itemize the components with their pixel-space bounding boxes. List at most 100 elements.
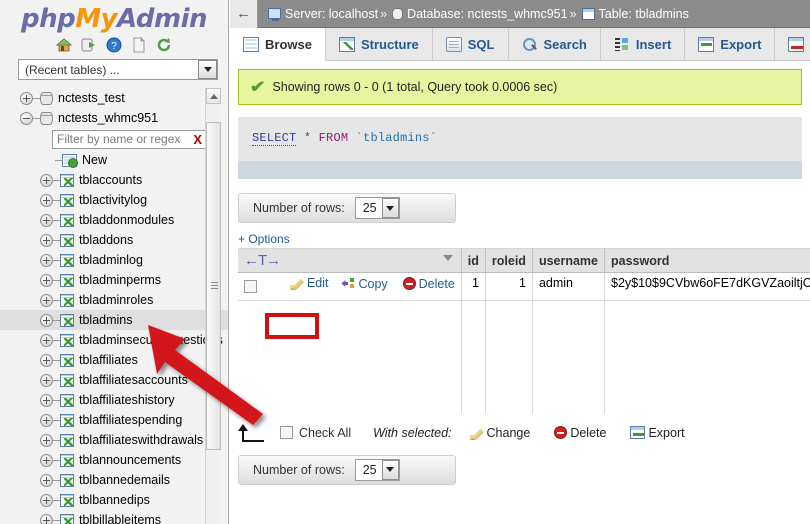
number-of-rows-select-bottom[interactable]: 25 xyxy=(355,459,400,481)
expand-icon[interactable] xyxy=(40,174,53,187)
expand-icon[interactable] xyxy=(40,334,53,347)
chevron-down-icon[interactable] xyxy=(443,255,453,261)
collapse-icon[interactable] xyxy=(20,112,33,125)
scrollbar-thumb[interactable] xyxy=(206,122,221,450)
expand-icon[interactable] xyxy=(40,214,53,227)
tree-item-tblbannedemails[interactable]: tblbannedemails xyxy=(0,470,229,490)
select-all-arrow-icon xyxy=(238,424,266,442)
phpmyadmin-logo[interactable]: phpMyAdmin xyxy=(0,0,228,34)
tree-item-tblaccounts[interactable]: tblaccounts xyxy=(0,170,229,190)
sort-left-arrow-icon[interactable]: ← xyxy=(244,252,258,269)
expand-icon[interactable] xyxy=(40,454,53,467)
clear-filter-icon[interactable]: X xyxy=(191,132,202,147)
tab-browse[interactable]: Browse xyxy=(230,28,326,61)
delete-selected-button[interactable]: Delete xyxy=(554,426,606,440)
table-filter-input[interactable]: Filter by name or regexX xyxy=(52,130,207,149)
tree-item-nctests-test[interactable]: nctests_test xyxy=(0,88,229,108)
logout-icon[interactable] xyxy=(81,37,97,53)
column-header-id[interactable]: id xyxy=(461,249,485,273)
breadcrumb-table[interactable]: Table: tbladmins xyxy=(599,7,689,21)
edit-link[interactable]: Edit xyxy=(290,276,329,290)
options-toggle-link[interactable]: + Options xyxy=(238,232,810,246)
tree-item-tblbannedips[interactable]: tblbannedips xyxy=(0,490,229,510)
table-icon xyxy=(60,294,74,307)
sidebar-scrollbar[interactable] xyxy=(205,88,220,524)
reload-icon[interactable] xyxy=(156,37,172,53)
sort-t-icon[interactable]: T xyxy=(258,252,266,269)
table-filter-placeholder: Filter by name or regex xyxy=(57,132,191,146)
copy-link[interactable]: Copy xyxy=(341,277,387,291)
export-selected-button[interactable]: Export xyxy=(630,426,684,440)
tree-item-label: tbladminperms xyxy=(79,273,161,287)
row-checkbox[interactable] xyxy=(244,280,257,293)
expand-icon[interactable] xyxy=(40,294,53,307)
tree-item-tbladmins[interactable]: tbladmins xyxy=(0,310,229,330)
column-header-roleid[interactable]: roleid xyxy=(485,249,532,273)
breadcrumb-server[interactable]: Server: localhost xyxy=(285,7,378,21)
expand-icon[interactable] xyxy=(40,434,53,447)
home-icon[interactable] xyxy=(56,37,72,53)
check-all-control[interactable]: Check All xyxy=(280,426,351,440)
expand-icon[interactable] xyxy=(40,254,53,267)
tree-item-tbladminlog[interactable]: tbladminlog xyxy=(0,250,229,270)
recent-tables-select[interactable]: (Recent tables) ... xyxy=(18,59,218,80)
sql-query-text[interactable]: SELECT * FROM `tbladmins` xyxy=(252,131,802,145)
expand-icon[interactable] xyxy=(40,354,53,367)
tab-import[interactable] xyxy=(775,28,810,60)
expand-icon[interactable] xyxy=(40,414,53,427)
tree-item-tblaffiliateshistory[interactable]: tblaffiliateshistory xyxy=(0,390,229,410)
tab-structure[interactable]: Structure xyxy=(326,28,433,60)
sidebar-icon-toolbar: ? xyxy=(0,34,228,58)
tree-item-tblaffiliates[interactable]: tblaffiliates xyxy=(0,350,229,370)
expand-icon[interactable] xyxy=(40,374,53,387)
column-header-username[interactable]: username xyxy=(532,249,604,273)
table-row: Edit Copy Delete xyxy=(238,273,810,301)
check-all-checkbox[interactable] xyxy=(280,426,293,439)
tree-item-label: tblaffiliates xyxy=(79,353,138,367)
breadcrumb-database[interactable]: Database: nctests_whmc951 xyxy=(407,7,568,21)
tab-search[interactable]: Search xyxy=(509,28,601,60)
tree-item-tbladminroles[interactable]: tbladminroles xyxy=(0,290,229,310)
export-icon xyxy=(698,37,714,52)
tab-export[interactable]: Export xyxy=(685,28,775,60)
chevron-down-icon[interactable] xyxy=(382,198,399,218)
tree-item-tblactivitylog[interactable]: tblactivitylog xyxy=(0,190,229,210)
help-docs-icon[interactable]: ? xyxy=(106,37,122,53)
tree-item-tblannouncements[interactable]: tblannouncements xyxy=(0,450,229,470)
sort-right-arrow-icon[interactable]: → xyxy=(266,252,280,269)
logo-admin: Admin xyxy=(117,4,207,34)
expand-icon[interactable] xyxy=(20,92,33,105)
scroll-up-icon[interactable] xyxy=(206,88,221,104)
expand-icon[interactable] xyxy=(40,274,53,287)
tree-item-new[interactable]: New xyxy=(0,150,229,170)
tab-insert[interactable]: Insert xyxy=(601,28,685,60)
chevron-down-icon[interactable] xyxy=(198,60,217,79)
docs-page-icon[interactable] xyxy=(131,37,147,53)
number-of-rows-select-top[interactable]: 25 xyxy=(355,197,400,219)
chevron-down-icon[interactable] xyxy=(382,460,399,480)
expand-icon[interactable] xyxy=(40,194,53,207)
tree-item-tblaffiliateswithdrawals[interactable]: tblaffiliateswithdrawals xyxy=(0,430,229,450)
tab-sql[interactable]: SQL xyxy=(433,28,509,60)
column-header-password[interactable]: password xyxy=(605,249,810,273)
tree-item-tbladminsecurityquestions[interactable]: tbladminsecurityquestions xyxy=(0,330,229,350)
change-button[interactable]: Change xyxy=(470,426,531,440)
expand-icon[interactable] xyxy=(40,234,53,247)
tree-item-tblaffiliatesaccounts[interactable]: tblaffiliatesaccounts xyxy=(0,370,229,390)
delete-link[interactable]: Delete xyxy=(403,277,455,291)
tree-item-tbladminperms[interactable]: tbladminperms xyxy=(0,270,229,290)
expand-icon[interactable] xyxy=(40,494,53,507)
number-of-rows-label-top: Number of rows: xyxy=(253,201,345,215)
tree-item-tblbillableitems[interactable]: tblbillableitems xyxy=(0,510,229,524)
tree-item-tbladdonmodules[interactable]: tbladdonmodules xyxy=(0,210,229,230)
database-tree-scroll[interactable]: nctests_testnctests_whmc951 Filter by nam… xyxy=(0,88,229,524)
back-button[interactable]: ← xyxy=(230,0,258,28)
expand-icon[interactable] xyxy=(40,394,53,407)
expand-icon[interactable] xyxy=(40,314,53,327)
tree-item-nctests-whmc951[interactable]: nctests_whmc951 xyxy=(0,108,229,128)
expand-icon[interactable] xyxy=(40,474,53,487)
expand-icon[interactable] xyxy=(40,514,53,524)
tree-item-tblaffiliatespending[interactable]: tblaffiliatespending xyxy=(0,410,229,430)
sql-star: * xyxy=(304,131,311,145)
tree-item-tbladdons[interactable]: tbladdons xyxy=(0,230,229,250)
